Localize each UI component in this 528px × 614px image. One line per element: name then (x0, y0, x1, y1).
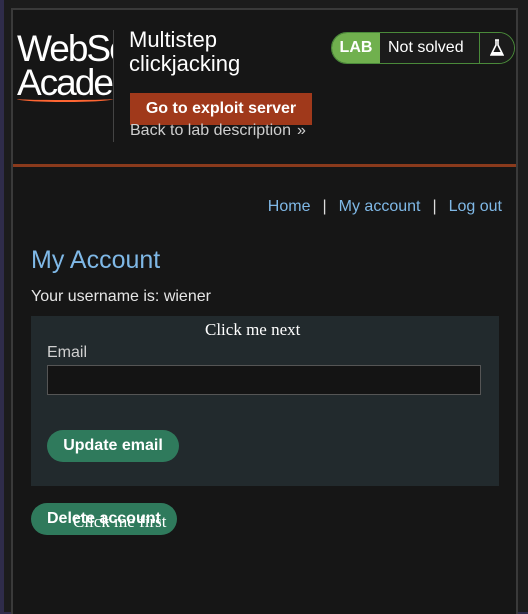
email-input[interactable] (47, 365, 481, 395)
top-navigation: Home | My account | Log out (268, 198, 502, 216)
websecurity-academy-logo[interactable]: WebSe Acade (17, 32, 113, 102)
username-text: Your username is: wiener (31, 288, 211, 305)
iframe-container: WebSe Acade Multistep clickjacking Go to… (11, 8, 518, 614)
lab-tag: LAB (332, 33, 380, 63)
back-link-label: Back to lab description (130, 122, 291, 139)
nav-home-link[interactable]: Home (268, 198, 311, 216)
back-to-lab-description-link[interactable]: Back to lab description » (130, 122, 306, 140)
nav-separator: | (322, 198, 327, 215)
nav-my-account-link[interactable]: My account (339, 198, 421, 216)
header-separator (13, 164, 516, 167)
lab-status-widget: LAB Not solved (331, 32, 515, 64)
decoy-click-me-next: Click me next (205, 320, 301, 339)
page-title: My Account (31, 246, 161, 274)
change-email-form: Click me next Email Update email (31, 316, 499, 486)
logo-swoosh (17, 96, 113, 102)
double-chevron-right-icon: » (296, 122, 306, 139)
flask-icon (479, 33, 514, 63)
nav-separator: | (432, 198, 437, 215)
decoy-click-me-first: Click me first (73, 512, 167, 531)
update-email-button[interactable]: Update email (47, 430, 179, 462)
exploit-server-button[interactable]: Go to exploit server (130, 93, 312, 125)
header-divider (113, 30, 114, 142)
lab-title: Multistep clickjacking (129, 27, 241, 76)
nav-log-out-link[interactable]: Log out (449, 198, 502, 216)
email-label: Email (47, 344, 88, 361)
lab-frame: WebSe Acade Multistep clickjacking Go to… (4, 0, 528, 614)
lab-status-text: Not solved (380, 33, 479, 63)
